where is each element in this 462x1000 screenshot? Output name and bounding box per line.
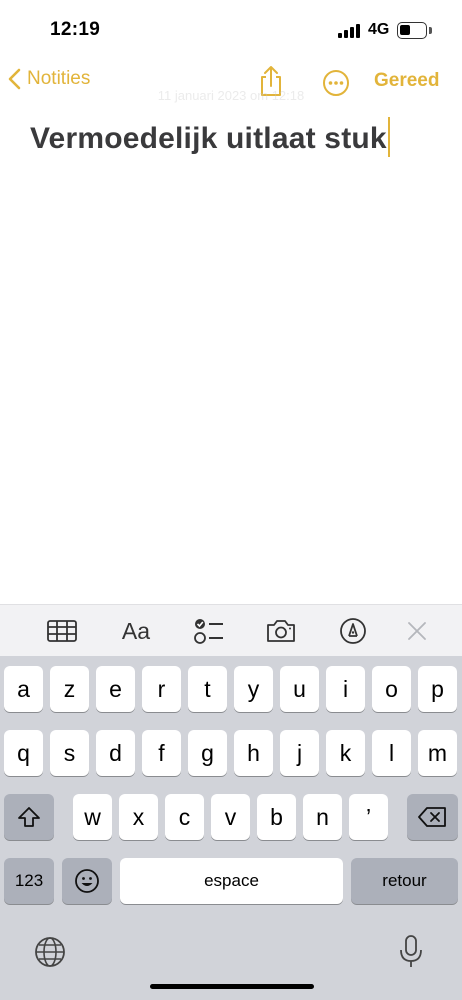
microphone-icon (400, 935, 422, 967)
shift-icon (18, 807, 40, 827)
chevron-left-icon (8, 68, 21, 90)
key-e[interactable]: e (96, 666, 135, 712)
key-n[interactable]: n (303, 794, 342, 840)
key-o[interactable]: o (372, 666, 411, 712)
key-q[interactable]: q (4, 730, 43, 776)
cellular-signal-icon (338, 24, 360, 38)
key-u[interactable]: u (280, 666, 319, 712)
key-apostrophe[interactable]: ’ (349, 794, 388, 840)
space-key[interactable]: espace (120, 858, 343, 904)
table-button[interactable] (46, 616, 78, 646)
delete-icon (417, 807, 446, 827)
camera-icon (267, 620, 295, 642)
shift-key[interactable] (4, 794, 54, 840)
key-b[interactable]: b (257, 794, 296, 840)
battery-icon (397, 22, 427, 39)
globe-icon (35, 937, 65, 967)
note-date: 11 januari 2023 om 12:18 (157, 88, 305, 103)
status-time: 12:19 (50, 19, 101, 40)
status-bar: 12:19 4G (0, 0, 462, 60)
key-l[interactable]: l (372, 730, 411, 776)
key-y[interactable]: y (234, 666, 273, 712)
emoji-icon (75, 869, 99, 893)
battery-cap (429, 27, 432, 34)
home-indicator (150, 984, 314, 989)
table-icon (47, 620, 77, 642)
network-type: 4G (368, 21, 390, 38)
back-button[interactable]: Notities (8, 68, 90, 90)
delete-key[interactable] (407, 794, 458, 840)
language-globe-button[interactable] (34, 936, 66, 973)
key-g[interactable]: g (188, 730, 227, 776)
key-p[interactable]: p (418, 666, 457, 712)
dismiss-toolbar-button[interactable] (404, 616, 430, 646)
key-d[interactable]: d (96, 730, 135, 776)
key-w[interactable]: w (73, 794, 112, 840)
key-v[interactable]: v (211, 794, 250, 840)
key-c[interactable]: c (165, 794, 204, 840)
camera-button[interactable] (264, 616, 298, 646)
key-s[interactable]: s (50, 730, 89, 776)
key-x[interactable]: x (119, 794, 158, 840)
markup-button[interactable] (338, 616, 368, 646)
format-button[interactable]: Aa (116, 616, 156, 646)
key-h[interactable]: h (234, 730, 273, 776)
key-m[interactable]: m (418, 730, 457, 776)
note-title[interactable]: Vermoedelijk uitlaat stuk (30, 117, 390, 157)
key-k[interactable]: k (326, 730, 365, 776)
keyboard: azertyuiop qsdfghjklm w x c v b n’ 123 espace… (0, 656, 462, 1000)
key-r[interactable]: r (142, 666, 181, 712)
emoji-key[interactable] (62, 858, 112, 904)
keyboard-toolbar: Aa (0, 604, 462, 656)
note-title-text: Vermoedelijk uitlaat stuk (30, 122, 387, 155)
return-key[interactable]: retour (351, 858, 458, 904)
markup-icon (340, 618, 366, 644)
key-j[interactable]: j (280, 730, 319, 776)
key-z[interactable]: z (50, 666, 89, 712)
key-i[interactable]: i (326, 666, 365, 712)
key-a[interactable]: a (4, 666, 43, 712)
dictation-button[interactable] (398, 934, 424, 975)
battery-level (400, 25, 410, 35)
numbers-key[interactable]: 123 (4, 858, 54, 904)
checklist-icon (194, 619, 223, 644)
key-f[interactable]: f (142, 730, 181, 776)
close-icon (408, 622, 426, 640)
key-t[interactable]: t (188, 666, 227, 712)
text-cursor (387, 117, 390, 157)
checklist-button[interactable] (192, 616, 226, 646)
back-label: Notities (27, 68, 91, 89)
